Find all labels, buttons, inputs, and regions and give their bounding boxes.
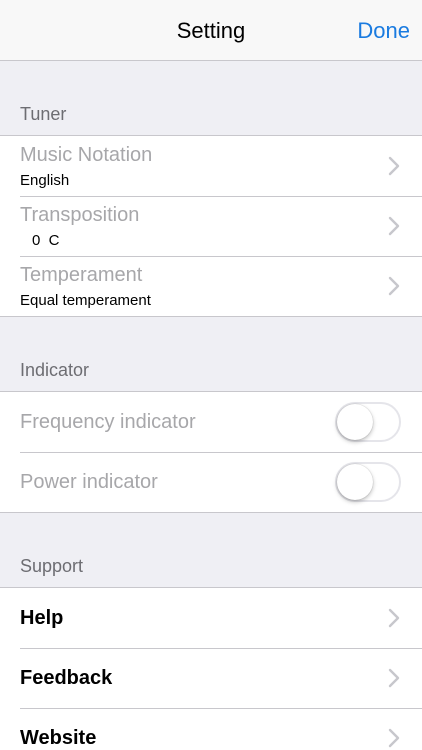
done-button[interactable]: Done (357, 0, 410, 61)
section-header-label: Indicator (20, 360, 90, 380)
frequency-indicator-row: Frequency indicator (0, 392, 422, 452)
tuner-group: Music Notation English Transposition 0 C… (0, 135, 422, 317)
power-indicator-label: Power indicator (20, 471, 158, 493)
temperament-value: Equal temperament (20, 292, 151, 309)
navigation-bar: Setting Done (0, 0, 422, 61)
chevron-right-icon (388, 276, 400, 296)
section-header-tuner: Tuner (0, 61, 422, 135)
section-header-indicator: Indicator (0, 317, 422, 391)
frequency-indicator-label: Frequency indicator (20, 411, 196, 433)
settings-screen: Setting Done Tuner Music Notation Englis… (0, 0, 422, 750)
toggle-knob (337, 464, 373, 500)
transposition-value: 0 C (32, 232, 60, 249)
support-group: Help Feedback Website (0, 587, 422, 750)
music-notation-label: Music Notation (20, 144, 153, 166)
chevron-right-icon (388, 216, 400, 236)
chevron-right-icon (388, 728, 400, 748)
transposition-label: Transposition (20, 204, 140, 226)
chevron-right-icon (388, 668, 400, 688)
frequency-indicator-toggle[interactable] (335, 402, 401, 442)
music-notation-row[interactable]: Music Notation English (0, 136, 422, 196)
indicator-group: Frequency indicator Power indicator (0, 391, 422, 513)
section-header-label: Support (20, 556, 84, 576)
feedback-row[interactable]: Feedback (0, 648, 422, 708)
transposition-row[interactable]: Transposition 0 C (0, 196, 422, 256)
chevron-right-icon (388, 608, 400, 628)
website-label: Website (20, 727, 97, 749)
help-label: Help (20, 607, 64, 629)
section-header-support: Support (0, 513, 422, 587)
feedback-label: Feedback (20, 667, 113, 689)
chevron-right-icon (388, 156, 400, 176)
website-row[interactable]: Website (0, 708, 422, 750)
temperament-row[interactable]: Temperament Equal temperament (0, 256, 422, 316)
music-notation-value: English (20, 172, 70, 189)
toggle-knob (337, 404, 373, 440)
section-header-label: Tuner (20, 104, 67, 124)
power-indicator-row: Power indicator (0, 452, 422, 512)
help-row[interactable]: Help (0, 588, 422, 648)
temperament-label: Temperament (20, 264, 143, 286)
power-indicator-toggle[interactable] (335, 462, 401, 502)
